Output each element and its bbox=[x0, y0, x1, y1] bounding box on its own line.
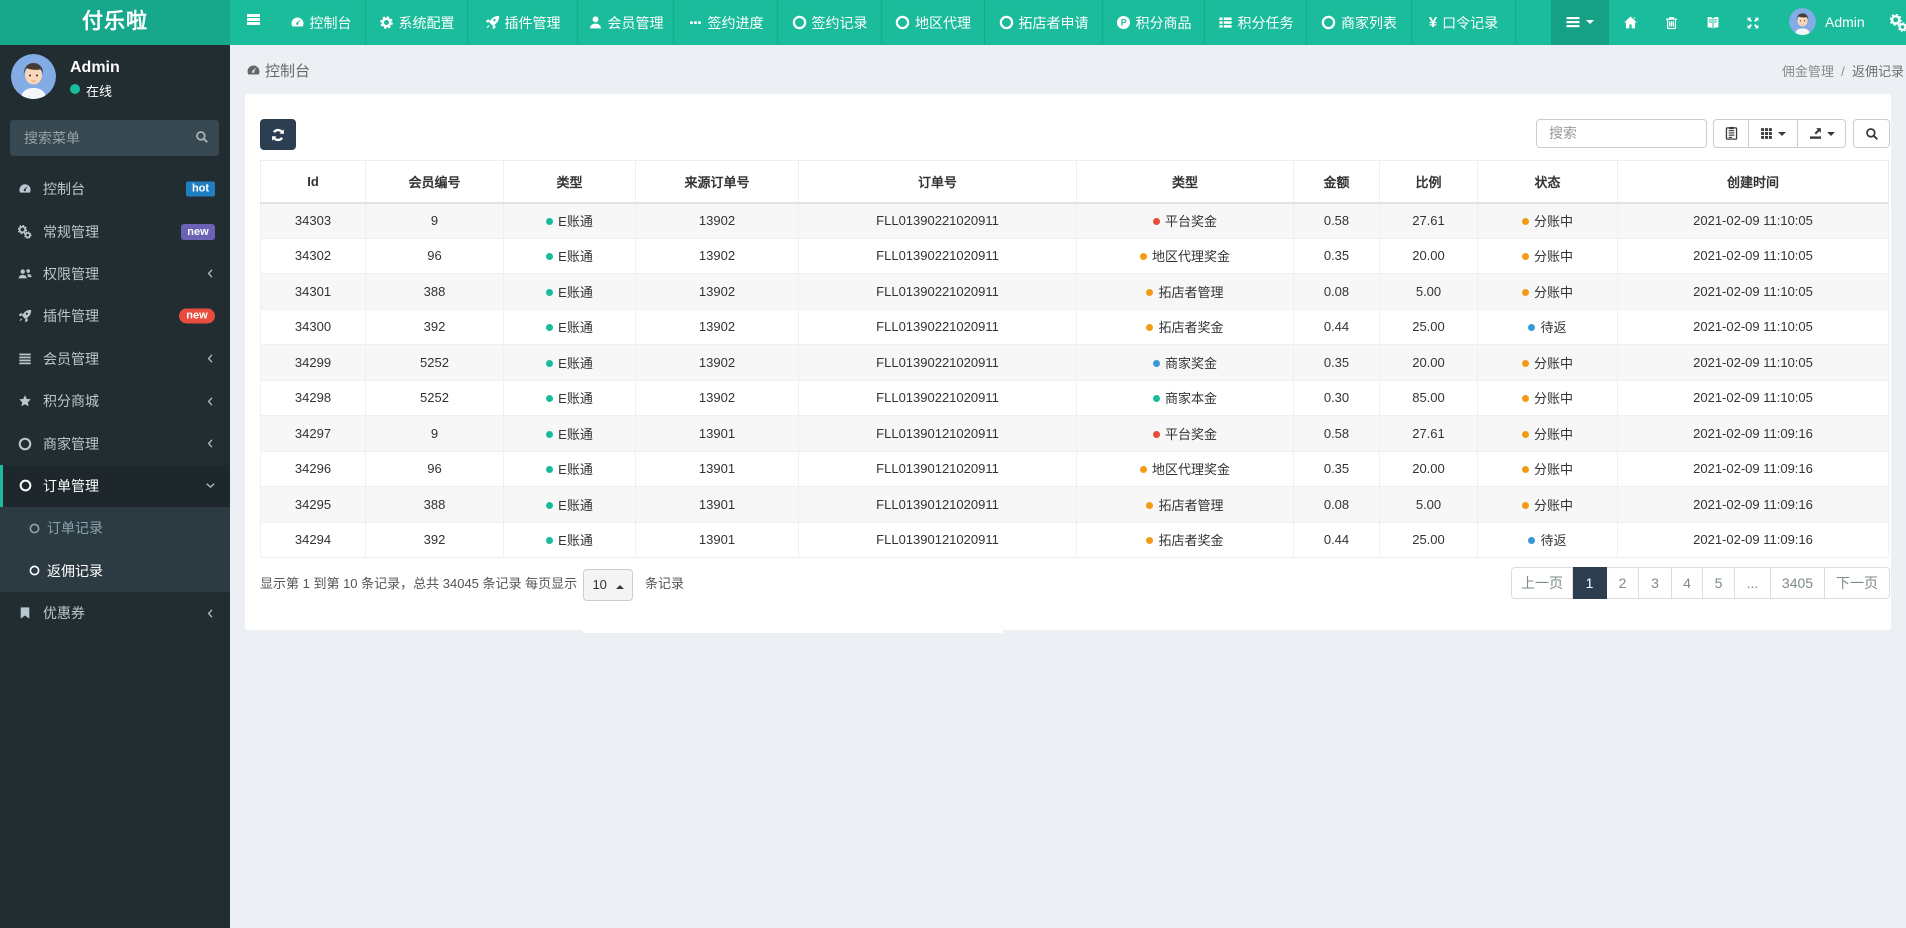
svg-text:P: P bbox=[1120, 18, 1126, 28]
